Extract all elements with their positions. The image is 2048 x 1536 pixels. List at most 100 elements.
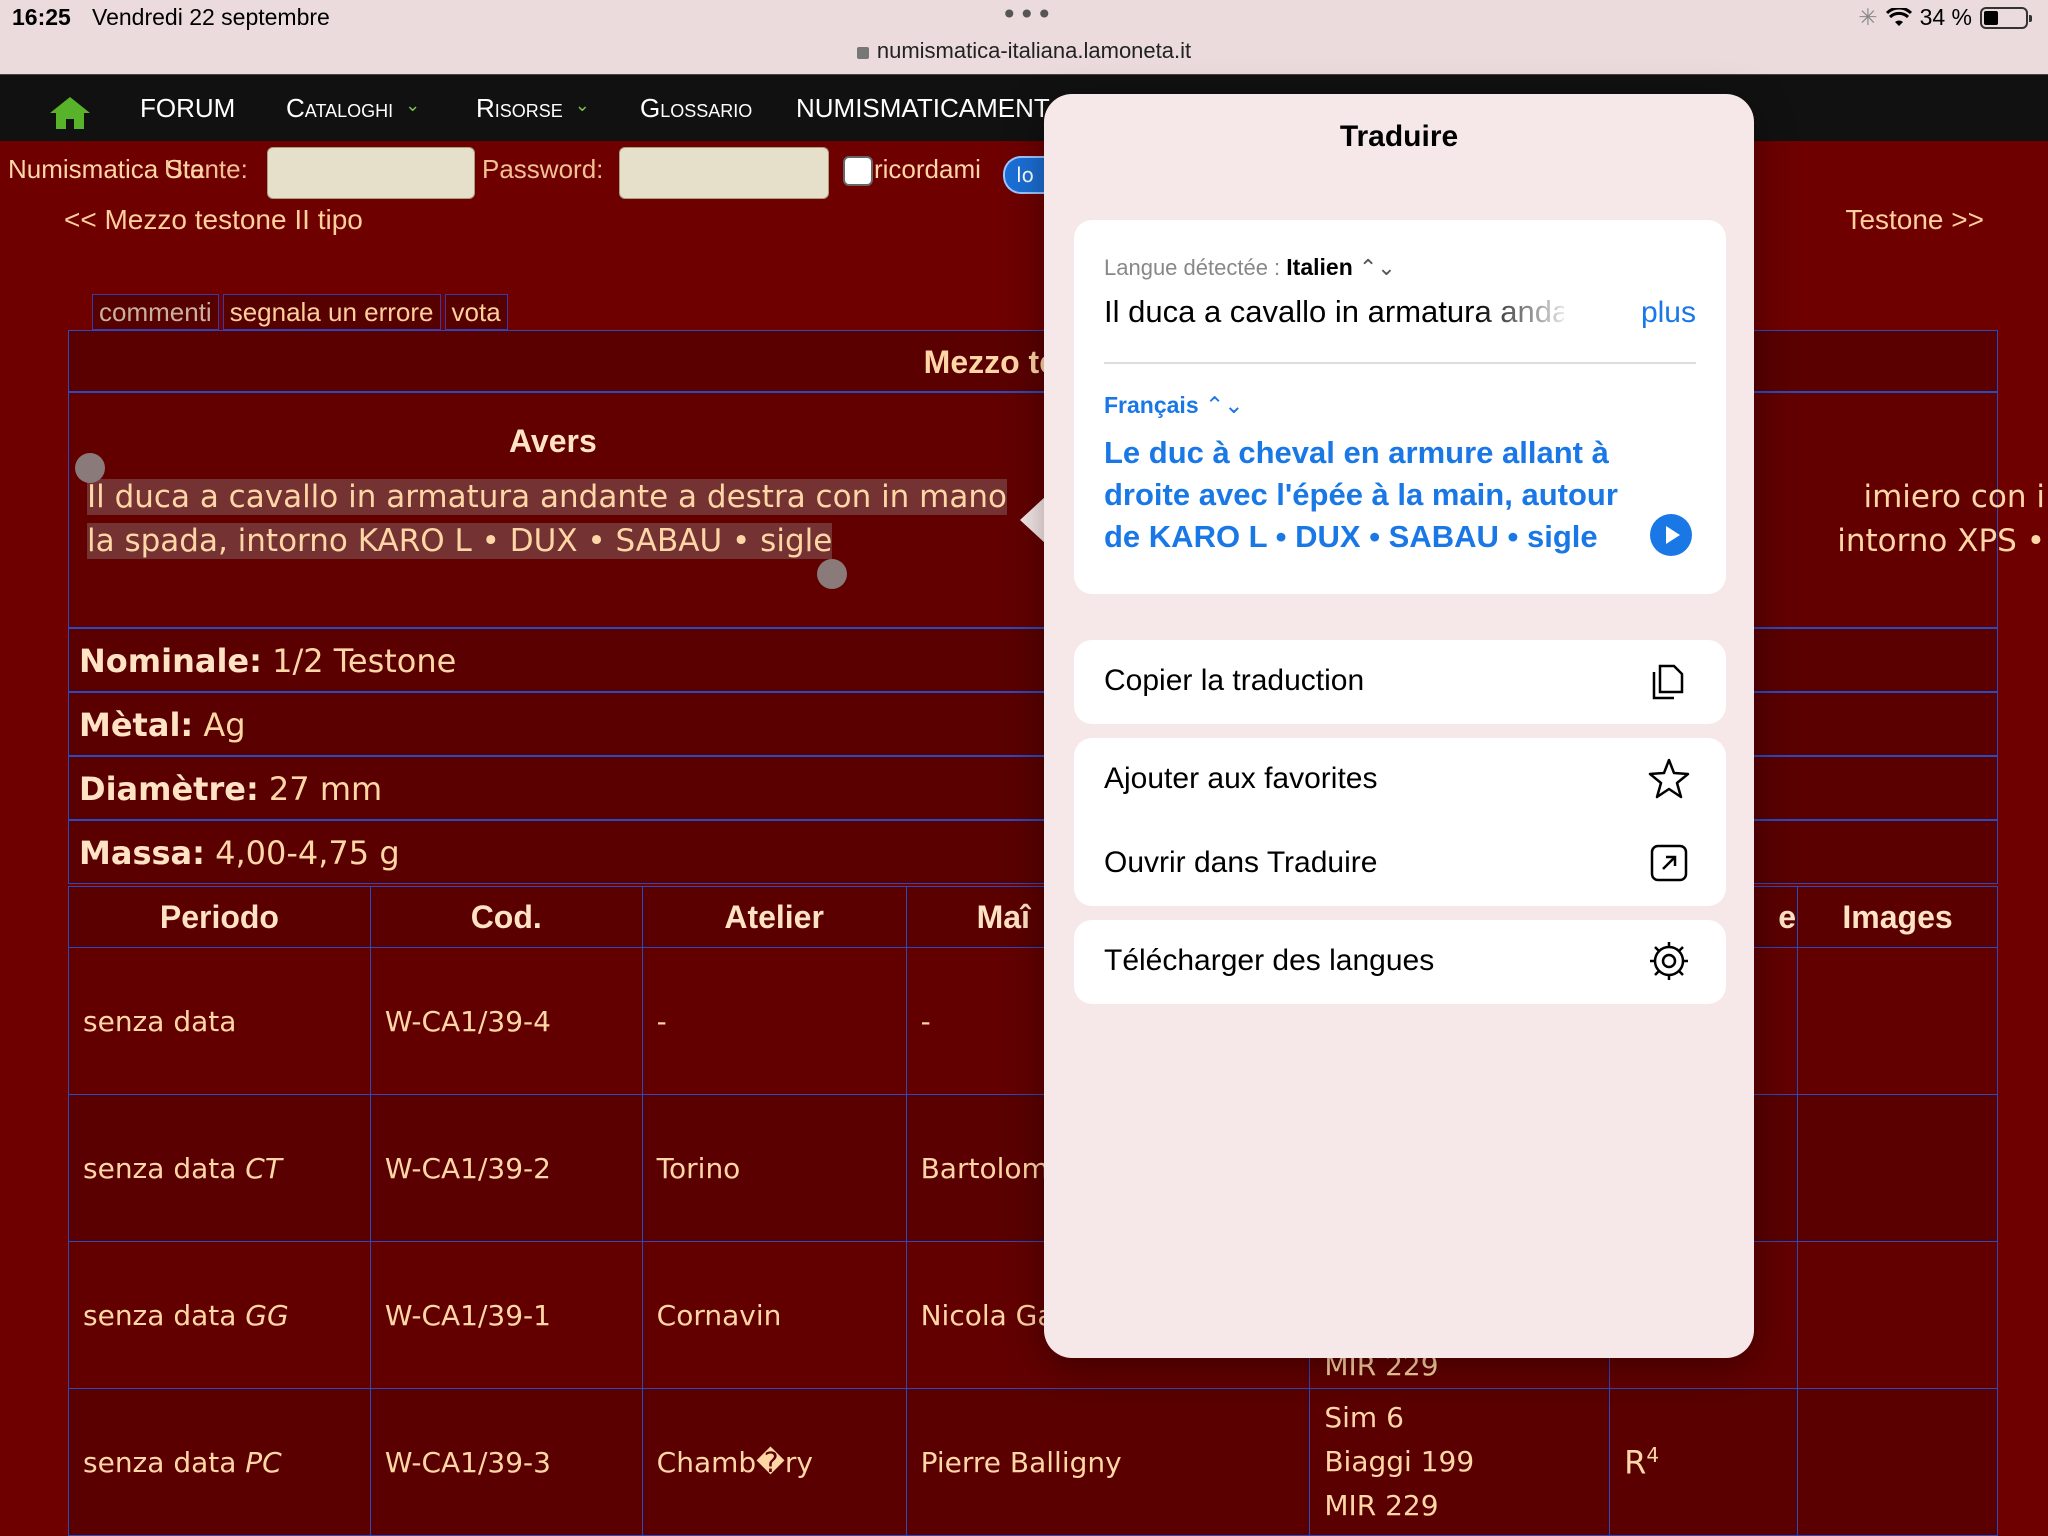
chevron-down-icon: ⌄ [574,95,590,115]
nav-forum[interactable]: FORUM [140,93,235,124]
col-atelier: Atelier [641,886,907,948]
reference-line: Biaggi 199 [1324,1445,1475,1478]
status-right: ✳ 34 % [1858,4,2032,31]
chevron-updown-icon: ⌃⌄ [1205,392,1244,418]
user-label: Utente: [164,154,248,184]
nav-forum-label: FORUM [140,93,236,123]
tab-segnala-errore[interactable]: segnala un errore [222,294,441,330]
address-bar[interactable]: numismatica-italiana.lamoneta.it [0,38,2048,64]
reference-line: MIR 229 [1324,1489,1439,1522]
avers-heading: Avers [509,423,597,459]
login-button[interactable]: lo [1003,156,1045,194]
detected-lang-value: Italien [1286,254,1353,280]
diameter-label: Diamètre: [79,770,259,808]
reference-line: Sim 6 [1324,1401,1404,1434]
divider [1104,362,1696,364]
target-language-selector[interactable]: Français ⌃⌄ [1104,392,1244,419]
target-lang-label: Français [1104,392,1199,418]
status-time: 16:25 [12,4,71,30]
nav-cataloghi[interactable]: Cataloghi ⌄ [286,93,420,124]
password-input[interactable] [619,147,829,199]
detected-language[interactable]: Langue détectée : Italien ⌃⌄ [1104,254,1396,281]
periodo-text: senza data [83,1445,237,1479]
cell-periodo: senza data [68,947,371,1095]
cell-rarity: R4 [1609,1388,1799,1536]
multitasking-dots-icon[interactable]: ••• [1001,0,1054,31]
mass-label: Massa: [79,834,205,872]
url-text: numismatica-italiana.lamoneta.it [876,38,1192,63]
nav-numismaticamente[interactable]: NUMISMATICAMENT [796,93,1050,124]
periodo-suffix: PC [245,1445,282,1479]
cell-periodo: senza data GG [68,1241,371,1389]
cell-cod: W-CA1/39-2 [369,1094,643,1242]
home-icon[interactable] [48,95,92,131]
selection-start-handle[interactable] [75,453,105,483]
cell-atelier[interactable]: Torino [641,1094,907,1242]
copy-icon [1652,664,1684,700]
selection-end-handle[interactable] [817,559,847,589]
rarity-superscript: 4 [1646,1442,1660,1467]
add-favorite-label: Ajouter aux favorites [1104,762,1378,795]
lock-icon [856,47,869,59]
tab-vota[interactable]: vota [444,294,508,330]
cell-images [1797,1388,1998,1536]
chevron-updown-icon: ⌃⌄ [1358,255,1396,280]
periodo-text: senza data [83,1298,237,1332]
nav-cataloghi-label: Cataloghi [286,93,394,123]
cell-periodo: senza data PC [68,1388,371,1536]
cell-images [1797,947,1998,1095]
revers-line-2: intorno XPS • [1837,523,2045,559]
remember-checkbox[interactable] [843,156,873,186]
popover-arrow [1020,496,1046,544]
periodo-suffix: GG [245,1298,289,1332]
revers-description: imiero con i intorno XPS • [1745,475,2045,563]
open-in-translate-label: Ouvrir dans Traduire [1104,846,1378,879]
activity-icon: ✳ [1858,4,1878,30]
periodo-text: senza data [83,1004,237,1038]
next-coin-link[interactable]: Testone >> [1845,204,1984,236]
nominal-label: Nominale: [79,642,262,680]
more-button[interactable]: plus [1641,296,1696,330]
tab-commenti[interactable]: commenti [92,294,219,330]
cell-cod: W-CA1/39-4 [369,947,643,1095]
cell-atelier[interactable]: Cornavin [641,1241,907,1389]
nav-risorse[interactable]: Risorse ⌄ [476,93,590,124]
cell-images [1797,1241,1998,1389]
open-in-translate-button[interactable]: Ouvrir dans Traduire [1074,822,1726,906]
remember-label: ricordami [874,154,981,184]
cell-cod: W-CA1/39-3 [369,1388,643,1536]
metal-label: Mètal: [79,706,194,744]
nav-numismaticamente-label: NUMISMATICAMENT [796,93,1050,123]
translate-popover: Traduire Langue détectée : Italien ⌃⌄ Il… [1044,94,1754,1358]
cell-atelier[interactable]: Chamb�ry [641,1388,907,1536]
username-input[interactable] [267,147,475,199]
rarity-value: R [1624,1443,1647,1482]
nominal-value: 1/2 Testone [272,642,457,680]
play-icon[interactable] [1650,514,1692,556]
col-periodo: Periodo [68,886,371,948]
copy-translation-button[interactable]: Copier la traduction [1074,640,1726,724]
battery-icon [1980,6,2032,29]
source-fade [1474,290,1574,334]
star-icon [1648,758,1690,799]
nav-glossario[interactable]: Glossario [640,93,752,124]
avers-description[interactable]: Il duca a cavallo in armatura andante a … [87,475,1027,563]
cell-maitre: Pierre Balligny [905,1388,1311,1536]
nav-glossario-label: Glossario [640,93,753,123]
periodo-suffix: CT [245,1151,282,1185]
cell-periodo: senza data CT [68,1094,371,1242]
wifi-icon [1885,7,1912,26]
detected-label: Langue détectée : [1104,255,1281,280]
add-favorite-button[interactable]: Ajouter aux favorites [1074,738,1726,823]
prev-coin-link[interactable]: << Mezzo testone II tipo [64,204,363,236]
chevron-down-icon: ⌄ [405,95,421,115]
selected-text[interactable]: Il duca a cavallo in armatura andante a … [87,479,1007,559]
nav-risorse-label: Risorse [476,93,563,123]
col-images: Images [1797,886,1998,948]
copy-translation-label: Copier la traduction [1104,664,1365,697]
cell-cod: W-CA1/39-1 [369,1241,643,1389]
password-label: Password: [482,154,604,184]
periodo-text: senza data [83,1151,237,1185]
popover-title: Traduire [1339,120,1459,153]
download-languages-button[interactable]: Télécharger des langues [1074,920,1726,1004]
